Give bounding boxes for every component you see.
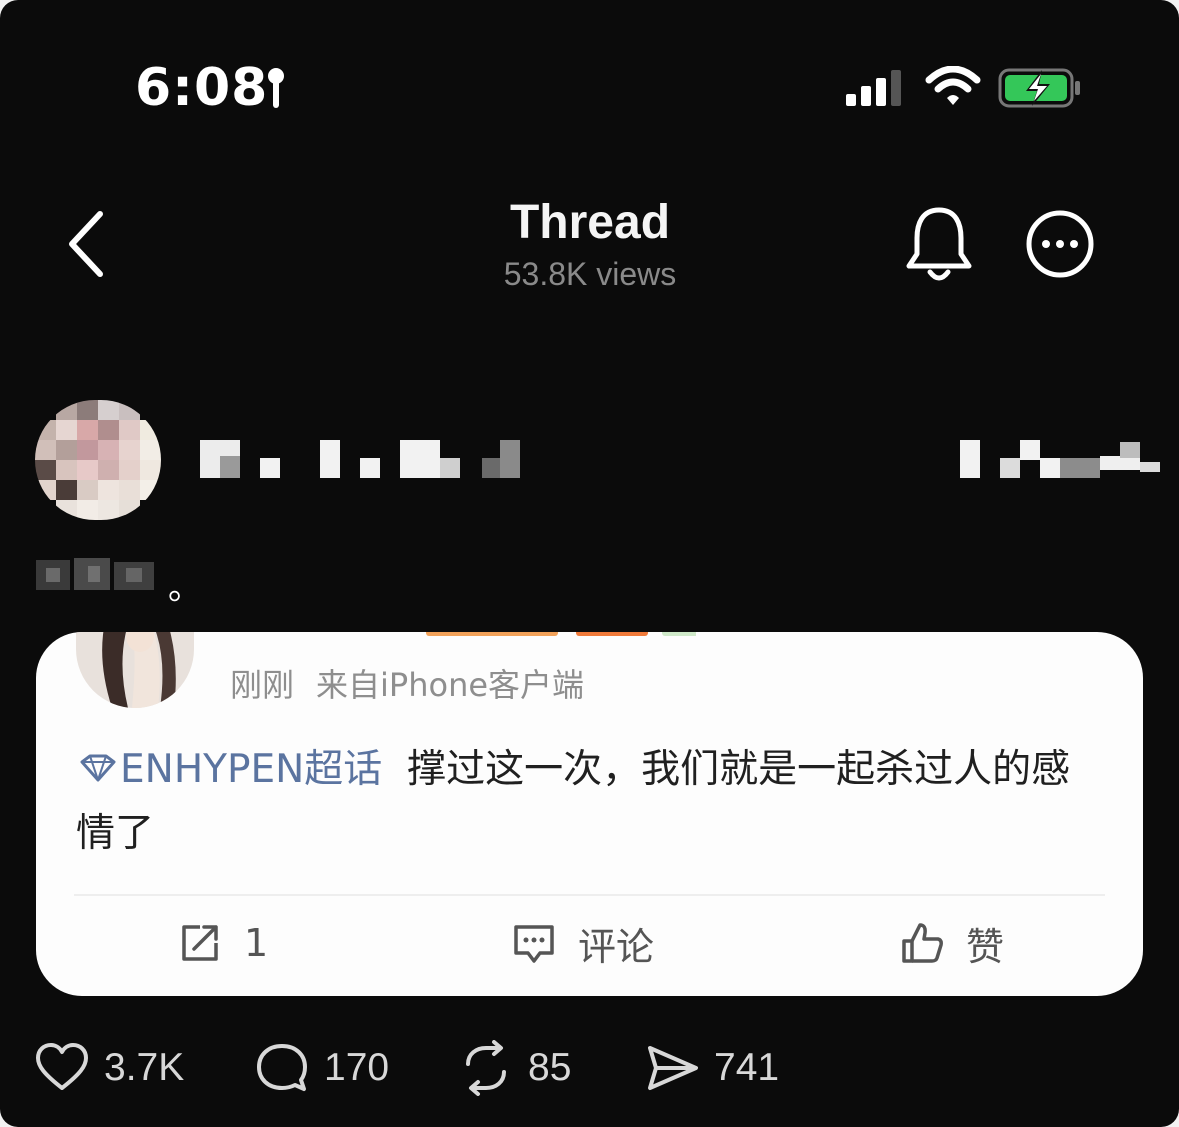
page-title: Thread — [509, 196, 671, 249]
post-text-blurred — [36, 558, 154, 590]
post-text-punctuation: 。 — [168, 569, 202, 607]
card-time: 刚刚 — [230, 666, 295, 704]
like-count: 3.7K — [104, 1046, 185, 1089]
comment-icon — [514, 925, 554, 963]
card-source: 来自iPhone客户端 — [316, 666, 585, 704]
signal-icon — [846, 70, 901, 106]
diamond-icon — [80, 754, 116, 782]
card-share-button[interactable]: 1 — [178, 918, 268, 968]
repost-button[interactable]: 85 — [458, 1040, 571, 1096]
send-button[interactable]: 741 — [644, 1040, 779, 1096]
wifi-icon — [925, 66, 981, 105]
card-like-label: 赞 — [966, 924, 1005, 969]
repost-count: 85 — [528, 1046, 572, 1089]
like-button[interactable]: 3.7K — [34, 1040, 184, 1096]
more-icon[interactable] — [1024, 208, 1096, 280]
thumbs-up-icon — [902, 923, 943, 963]
status-time: 6:08 — [135, 58, 269, 118]
battery-charging-icon — [998, 68, 1080, 108]
topic-link[interactable]: ENHYPEN超话 — [120, 747, 382, 792]
view-count: 53.8K views — [503, 256, 677, 292]
send-icon — [648, 1046, 698, 1090]
card-share-count: 1 — [244, 921, 269, 965]
repost-icon — [466, 1040, 506, 1096]
card-author-name-cropped — [426, 632, 696, 636]
reply-bubble-icon — [257, 1044, 307, 1091]
card-author-avatar — [76, 632, 194, 708]
author-avatar[interactable] — [35, 400, 161, 520]
bell-icon[interactable] — [900, 204, 978, 286]
location-icon — [268, 68, 284, 108]
share-icon — [182, 925, 218, 961]
reply-count: 170 — [324, 1046, 390, 1089]
send-count: 741 — [714, 1046, 780, 1089]
card-like-button[interactable]: 赞 — [900, 918, 1005, 969]
phone-screen: 6:08 Thread 53.8K views 。 刚刚 来自iPhone客户端… — [0, 0, 1179, 1127]
card-meta: 刚刚 来自iPhone客户端 — [230, 660, 584, 706]
heart-icon — [36, 1043, 88, 1090]
card-body: ENHYPEN超话 撑过这一次，我们就是一起杀过人的感情了 — [76, 738, 1106, 866]
card-comment-label: 评论 — [578, 924, 655, 969]
reply-button[interactable]: 170 — [254, 1040, 389, 1096]
card-comment-button[interactable]: 评论 — [512, 918, 655, 969]
card-divider — [74, 894, 1105, 896]
embedded-screenshot-card[interactable]: 刚刚 来自iPhone客户端 ENHYPEN超话 撑过这一次，我们就是一起杀过人的… — [36, 632, 1143, 996]
back-icon[interactable] — [60, 206, 118, 282]
